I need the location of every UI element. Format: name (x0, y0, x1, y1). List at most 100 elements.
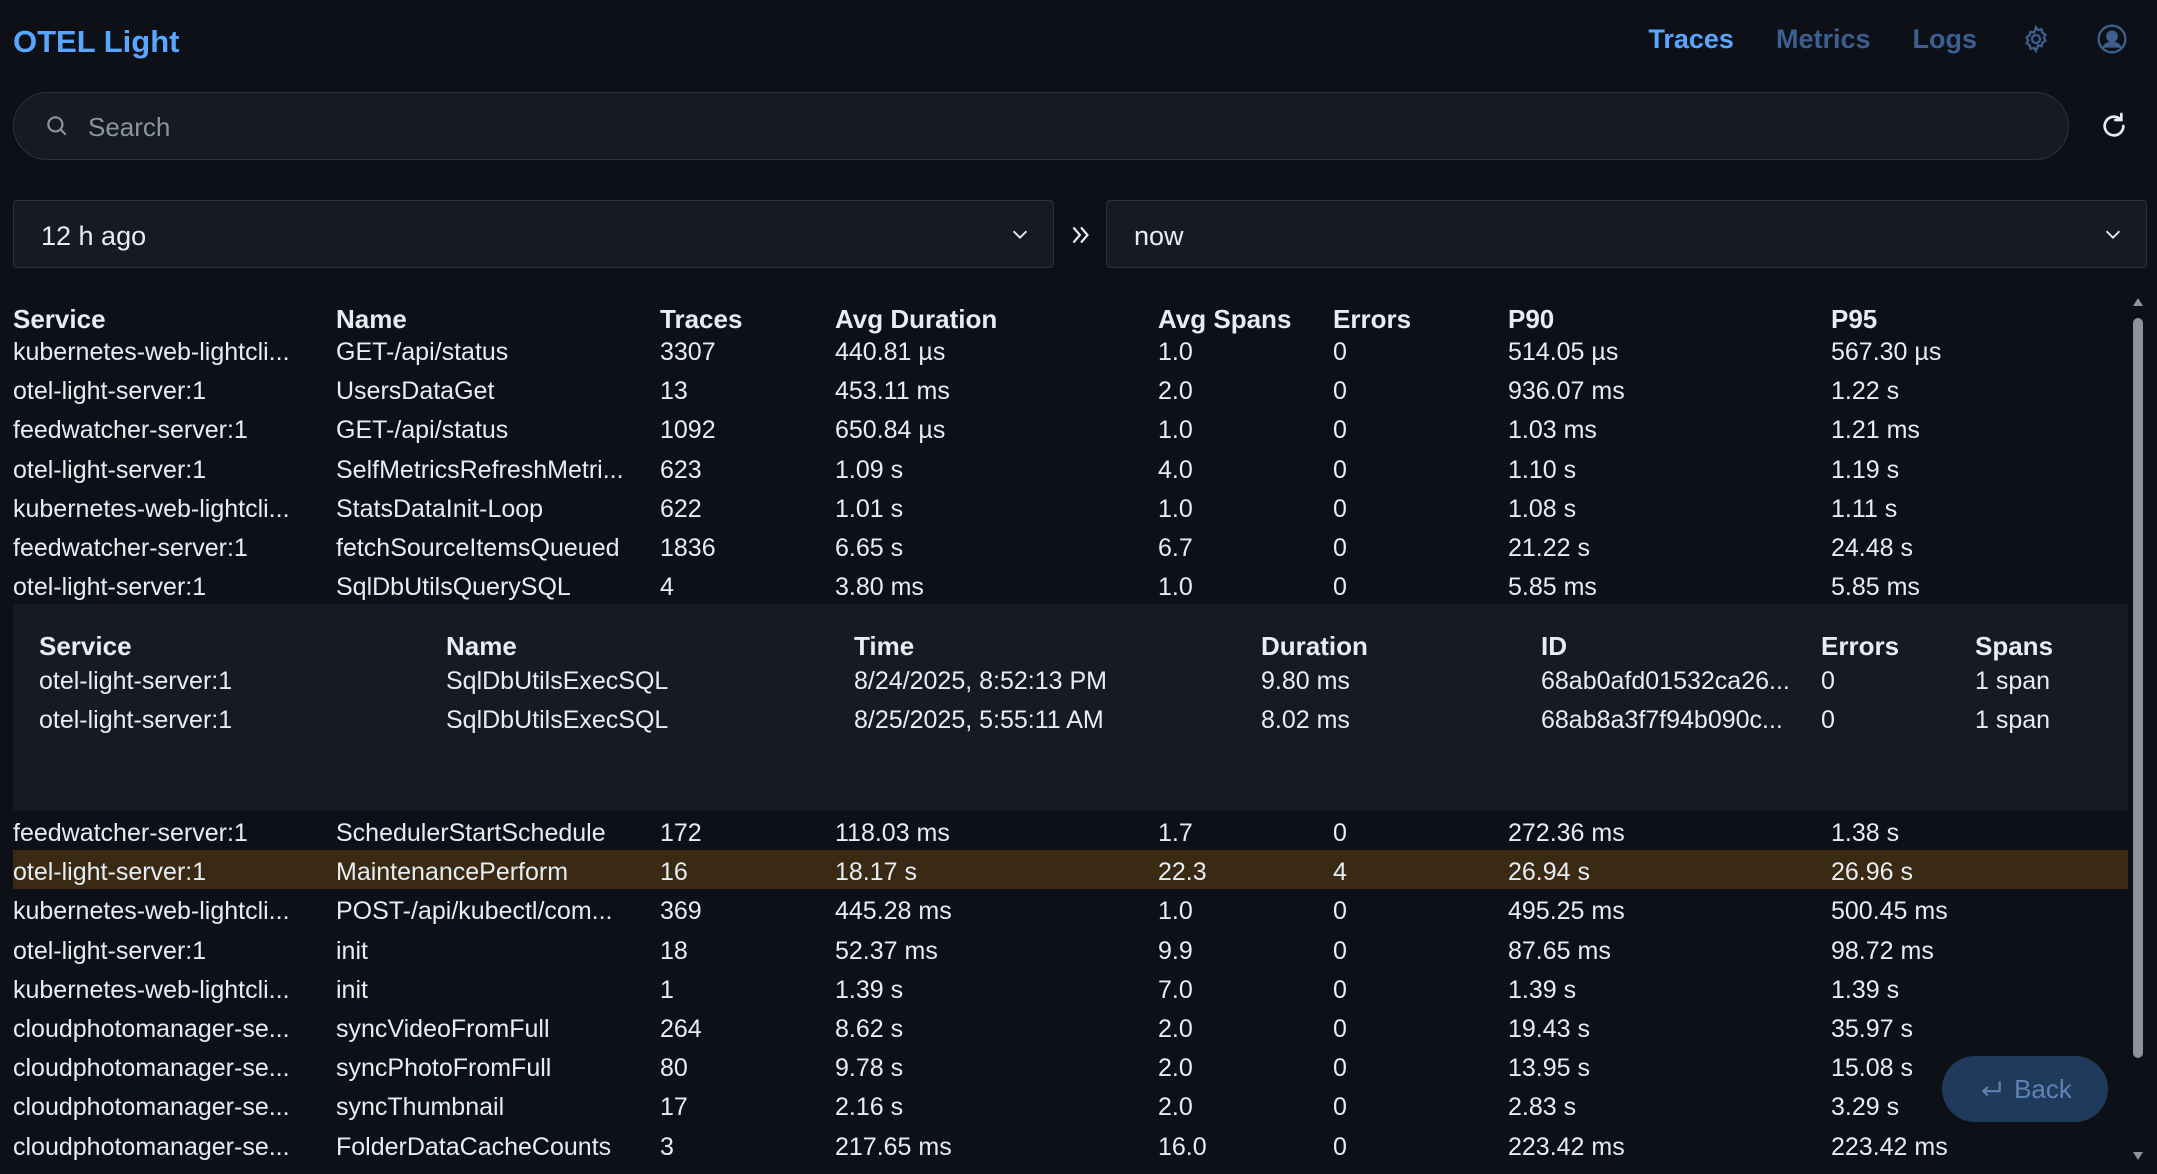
table-cell: 98.72 ms (1831, 936, 1934, 965)
table-cell: 13 (660, 377, 688, 406)
table-cell: 22.3 (1158, 858, 1207, 887)
table-row[interactable]: cloudphotomanager-se... FolderDataCacheCo… (13, 1125, 2128, 1164)
table-cell: 1.11 s (1831, 494, 1898, 523)
table-cell: UsersDataGet (336, 377, 495, 406)
table-row[interactable]: cloudphotomanager-se... syncPhotoFromFull… (13, 1046, 2128, 1085)
table-row[interactable]: kubernetes-web-lightcli... POST-/api/kube… (13, 889, 2128, 928)
table-row[interactable]: kubernetes-web-lightcli... StatsDataInit-… (13, 487, 2128, 526)
table-row[interactable]: otel-light-server:1 SqlDbUtilsQuerySQL 4 3.… (13, 565, 2128, 604)
table-cell: feedwatcher-server:1 (13, 534, 248, 562)
table-row[interactable]: feedwatcher-server:1 SchedulerStartSchedu… (13, 811, 2128, 850)
scroll-thumb[interactable] (2133, 318, 2143, 1058)
table-cell: 0 (1333, 494, 1347, 523)
table-row[interactable]: cloudphotomanager-se... syncVideoFromFull… (13, 1007, 2128, 1046)
table-cell: otel-light-server:1 (13, 573, 207, 602)
table-cell: 3 (660, 1132, 674, 1161)
table-cell: GET-/api/status (336, 416, 509, 445)
table-cell: 172 (660, 819, 702, 847)
nav-logs[interactable]: Logs (1913, 24, 1978, 55)
table-cell: cloudphotomanager-se... (13, 1054, 290, 1083)
detail-cell: 0 (1821, 667, 1835, 695)
table-cell: 1.7 (1158, 819, 1193, 847)
table-row[interactable]: feedwatcher-server:1 GET-/api/status 1092 6… (13, 408, 2128, 447)
table-cell: 18.17 s (835, 858, 918, 887)
detail-cell: 9.80 ms (1261, 667, 1350, 695)
table-cell: 1.10 s (1508, 455, 1577, 484)
detail-row[interactable]: otel-light-server:1 SqlDbUtilsExecSQL 8/24… (13, 659, 2128, 698)
double-chevron-right-icon (1068, 222, 1094, 253)
table-cell: 87.65 ms (1508, 936, 1611, 965)
table-cell: 495.25 ms (1508, 897, 1625, 926)
table-cell: 1 (660, 975, 674, 1004)
table-cell: SqlDbUtilsQuerySQL (336, 573, 571, 602)
range-from-value: 12 h ago (41, 221, 147, 251)
table-cell: cloudphotomanager-se... (13, 1132, 290, 1161)
app-logo[interactable]: OTEL Light (13, 24, 179, 60)
table-cell: 369 (660, 897, 702, 926)
table-cell: 2.16 s (835, 1093, 904, 1122)
table-cell: 4 (660, 573, 674, 602)
detail-row[interactable]: otel-light-server:1 SqlDbUtilsExecSQL 8/25… (13, 698, 2128, 737)
table-cell: 0 (1333, 975, 1347, 1004)
table-cell: 623 (660, 455, 702, 484)
table-cell: cloudphotomanager-se... (13, 1015, 290, 1043)
top-bar: OTEL Light Traces Metrics Logs (0, 0, 2157, 86)
table-cell: 1.01 s (835, 494, 904, 523)
table-cell: 1.0 (1158, 494, 1193, 523)
detail-cell: 68ab8a3f7f94b090c... (1541, 706, 1783, 734)
table-cell: init (336, 936, 368, 965)
range-to-select[interactable]: now (1106, 200, 2147, 268)
detail-cell: 1 span (1975, 706, 2051, 734)
table-cell: 0 (1333, 936, 1347, 965)
table-cell: 272.36 ms (1508, 819, 1625, 847)
table-cell: 5.85 ms (1831, 573, 1920, 602)
back-button[interactable]: Back (1942, 1056, 2108, 1122)
table-cell: 4 (1333, 858, 1347, 887)
table-row[interactable]: kubernetes-web-lightcli... init 1 1.39 s 7.0… (13, 968, 2128, 1007)
user-circle-icon[interactable] (2095, 22, 2129, 56)
table-cell: 445.28 ms (835, 897, 952, 926)
detail-cell: 8/24/2025, 8:52:13 PM (854, 667, 1107, 695)
table-row[interactable]: kubernetes-web-lightcli... GET-/api/statu… (13, 330, 2128, 369)
nav-metrics[interactable]: Metrics (1776, 24, 1871, 55)
table-cell: 0 (1333, 338, 1347, 366)
table-cell: 0 (1333, 1093, 1347, 1122)
table-cell: 0 (1333, 377, 1347, 406)
table-cell: 19.43 s (1508, 1015, 1591, 1043)
detail-cell: 8/25/2025, 5:55:11 AM (854, 706, 1104, 734)
table-cell: FolderDataCacheCounts (336, 1132, 612, 1161)
table-cell: 1.08 s (1508, 494, 1577, 523)
table-cell: 0 (1333, 455, 1347, 484)
table-cell: 1092 (660, 416, 716, 445)
table-cell: 16 (660, 858, 688, 887)
table-cell: 6.65 s (835, 534, 904, 562)
main-nav: Traces Metrics Logs (1648, 22, 2129, 56)
table-cell: 217.65 ms (835, 1132, 952, 1161)
nav-traces[interactable]: Traces (1648, 24, 1734, 55)
detail-cell: otel-light-server:1 (39, 667, 233, 695)
table-cell: kubernetes-web-lightcli... (13, 975, 290, 1004)
table-row[interactable]: otel-light-server:1 MaintenancePerform 16 1… (13, 850, 2128, 890)
table-cell: 0 (1333, 897, 1347, 926)
table-cell: 35.97 s (1831, 1015, 1914, 1043)
search-input[interactable] (86, 105, 1990, 149)
table-row[interactable]: otel-light-server:1 SelfMetricsRefreshMet… (13, 448, 2128, 487)
chevron-down-icon (1009, 223, 1031, 250)
search-bar (13, 92, 2069, 160)
table-cell: otel-light-server:1 (13, 377, 207, 406)
range-from-select[interactable]: 12 h ago (13, 200, 1054, 268)
table-scrollbar[interactable] (2129, 296, 2147, 1162)
table-row[interactable]: feedwatcher-server:1 fetchSourceItemsQueu… (13, 526, 2128, 565)
detail-cell: SqlDbUtilsExecSQL (446, 706, 669, 734)
gear-icon[interactable] (2019, 22, 2053, 56)
refresh-icon[interactable] (2098, 110, 2130, 147)
table-cell: 5.85 ms (1508, 573, 1597, 602)
table-row[interactable]: cloudphotomanager-se... syncThumbnail 17 2.… (13, 1085, 2128, 1124)
table-cell: StatsDataInit-Loop (336, 494, 544, 523)
search-icon (44, 113, 70, 144)
table-row[interactable]: otel-light-server:1 UsersDataGet 13 453.11 … (13, 369, 2128, 408)
table-row[interactable]: otel-light-server:1 init 18 52.37 ms 9.9 0 87.… (13, 929, 2128, 968)
table-cell: 1.38 s (1831, 819, 1900, 847)
table-cell: feedwatcher-server:1 (13, 416, 248, 445)
table-cell: 453.11 ms (835, 377, 950, 406)
